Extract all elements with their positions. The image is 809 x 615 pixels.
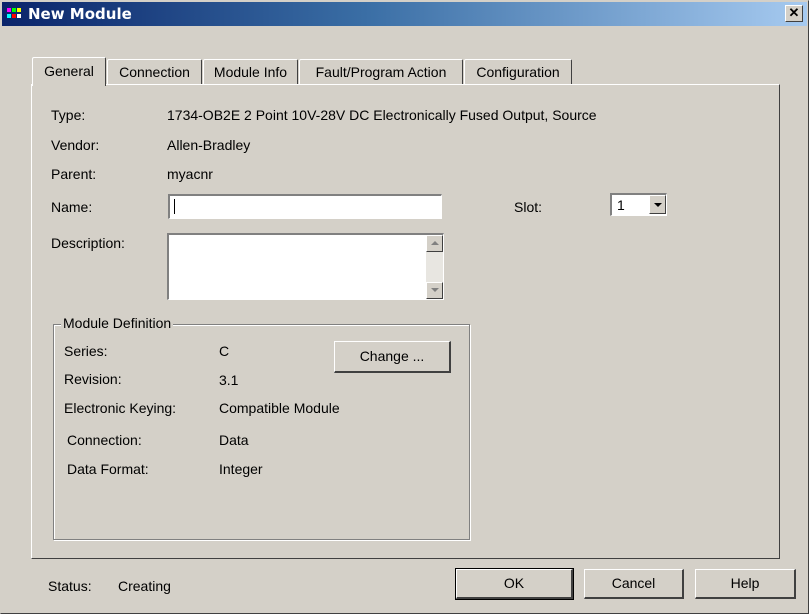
cancel-button[interactable]: Cancel: [584, 569, 684, 599]
description-label: Description:: [51, 235, 125, 251]
series-value: C: [219, 343, 230, 359]
chevron-down-icon: [654, 203, 662, 207]
module-definition-title: Module Definition: [61, 315, 174, 331]
electronic-keying-label: Electronic Keying:: [64, 400, 177, 416]
parent-label: Parent:: [51, 166, 97, 182]
cancel-button-label: Cancel: [611, 575, 656, 591]
scroll-down-button[interactable]: [426, 282, 443, 299]
connection-label: Connection:: [67, 432, 142, 448]
general-content: Type: 1734-OB2E 2 Point 10V-28V DC Elect…: [1, 1, 809, 615]
data-format-label: Data Format:: [67, 461, 149, 477]
name-input[interactable]: [168, 194, 442, 219]
status-value: Creating: [118, 578, 171, 594]
data-format-value: Integer: [219, 461, 263, 477]
ok-button[interactable]: OK: [455, 568, 574, 600]
connection-value: Data: [219, 432, 249, 448]
text-caret: [174, 199, 175, 214]
slot-dropdown-button[interactable]: [649, 195, 666, 214]
arrow-down-icon: [431, 288, 439, 292]
type-label: Type:: [51, 107, 86, 123]
new-module-dialog: New Module ✕ General Connection Module I…: [0, 0, 809, 614]
help-button[interactable]: Help: [695, 569, 796, 599]
series-label: Series:: [64, 343, 108, 359]
description-scrollbar[interactable]: [426, 235, 443, 299]
scroll-up-button[interactable]: [426, 235, 443, 252]
description-textarea[interactable]: [167, 233, 444, 300]
help-button-label: Help: [730, 575, 760, 591]
vendor-label: Vendor:: [51, 137, 100, 153]
electronic-keying-value: Compatible Module: [219, 400, 340, 416]
name-label: Name:: [51, 199, 93, 215]
revision-label: Revision:: [64, 371, 122, 387]
ok-button-label: OK: [503, 575, 525, 591]
type-value: 1734-OB2E 2 Point 10V-28V DC Electronica…: [167, 107, 597, 123]
parent-value: myacnr: [167, 166, 213, 182]
status-label: Status:: [48, 578, 92, 594]
arrow-up-icon: [431, 241, 439, 245]
change-button[interactable]: Change ...: [334, 341, 451, 373]
revision-value: 3.1: [219, 372, 239, 388]
vendor-value: Allen-Bradley: [167, 137, 251, 153]
slot-selected-value: 1: [617, 197, 625, 213]
slot-select[interactable]: 1: [610, 193, 667, 216]
slot-label: Slot:: [514, 199, 543, 215]
change-button-label: Change ...: [359, 348, 425, 364]
